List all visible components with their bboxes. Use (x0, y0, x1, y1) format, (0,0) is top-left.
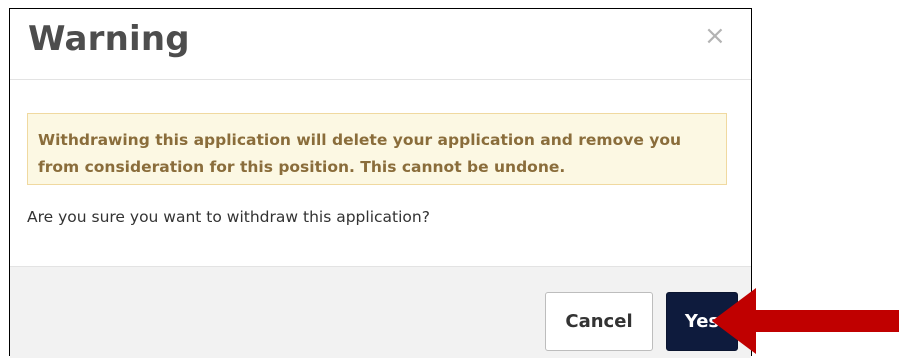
alert-text-line-1: Withdrawing this application will delete… (38, 131, 682, 149)
dialog-footer: Cancel Yes (10, 266, 751, 358)
cancel-button[interactable]: Cancel (545, 292, 653, 351)
warning-alert: Withdrawing this application will delete… (27, 113, 727, 185)
confirmation-question: Are you sure you want to withdraw this a… (27, 208, 430, 226)
dialog-header: Warning × (10, 9, 751, 80)
alert-text-line-2: from consideration for this position. Th… (38, 158, 566, 176)
close-icon[interactable]: × (704, 23, 726, 49)
warning-dialog: Warning × Withdrawing this application w… (9, 8, 752, 358)
dialog-title: Warning (28, 19, 190, 59)
pointer-arrow-icon (712, 288, 899, 354)
